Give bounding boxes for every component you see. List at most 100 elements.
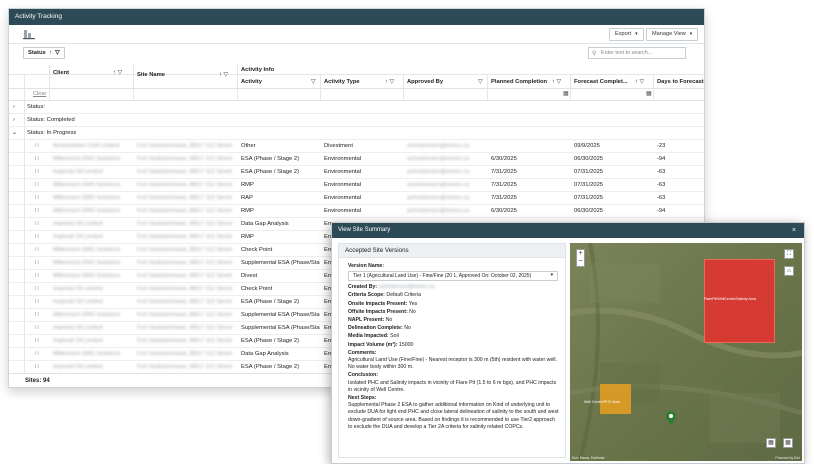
clear-filters-link[interactable]: Clear (33, 91, 46, 97)
table-row[interactable]: ∷ Millennium EMS Solutions Fort Saskatchew… (9, 153, 704, 166)
row-menu-icon[interactable]: ∷ (35, 348, 39, 360)
cell-approved: achristensen@mems.ca (407, 143, 470, 149)
cell-planned: 7/31/2025 (491, 182, 517, 188)
row-menu-icon[interactable]: ∷ (35, 140, 39, 152)
row-menu-icon[interactable]: ∷ (35, 296, 39, 308)
column-divider (320, 75, 321, 101)
column-divider (237, 65, 238, 101)
cell-site: Fort Saskatchewan, BB17 112 Street (137, 338, 232, 344)
well-centre-impact-area[interactable] (600, 384, 631, 414)
group-row-status-completed[interactable]: › Status: Completed (9, 114, 704, 127)
forecast-completion-header[interactable]: Forecast Complet... (574, 79, 628, 85)
activity-header[interactable]: Activity (241, 79, 262, 85)
cell-activity: Check Point (241, 286, 273, 292)
search-placeholder: Enter text to search... (601, 50, 653, 56)
export-button[interactable]: Export ▾ (609, 28, 644, 41)
group-label: Status: Completed (27, 117, 75, 123)
conclusion-label: Conclusion: (348, 372, 378, 379)
calendar-icon[interactable]: ▦ (563, 90, 569, 97)
cell-client: Imperial Oil Limited (53, 299, 103, 305)
created-by-label: Created By: (348, 284, 378, 291)
zoom-in-button[interactable]: + (577, 250, 584, 258)
row-menu-icon[interactable]: ∷ (35, 361, 39, 373)
layer-list-icon[interactable]: ▦ (783, 438, 793, 448)
activity-type-header[interactable]: Activity Type (324, 79, 360, 85)
row-menu-icon[interactable]: ∷ (35, 231, 39, 243)
days-to-forecast-header[interactable]: Days to Forecast (657, 79, 704, 85)
row-menu-icon[interactable]: ∷ (35, 205, 39, 217)
cell-client: Millennium EMS Solutions (53, 156, 121, 162)
cell-client: Imperial Oil Limited (53, 169, 103, 175)
sort-up-icon[interactable]: ↑ ▽ (552, 79, 561, 85)
cell-activity: Divest (241, 273, 258, 279)
row-menu-icon[interactable]: ∷ (35, 244, 39, 256)
cell-activity: ESA (Phase / Stage 2) (241, 364, 300, 370)
filter-icon[interactable]: ▽ (478, 79, 482, 85)
status-group-chip[interactable]: Status ↑ ▽ (23, 47, 65, 59)
row-menu-icon[interactable]: ∷ (35, 257, 39, 269)
sort-up-icon[interactable]: ↑ ▽ (219, 72, 228, 78)
close-icon[interactable]: × (792, 223, 796, 238)
cell-activity: RMP (241, 234, 254, 240)
client-header[interactable]: Client (53, 70, 69, 76)
sort-up-icon[interactable]: ↑ ▽ (385, 79, 394, 85)
flare-pit-impact-area[interactable] (704, 259, 775, 343)
sort-up-icon[interactable]: ↑ (47, 50, 52, 56)
cell-days: -63 (657, 182, 666, 188)
chevron-right-icon[interactable]: › (13, 114, 15, 126)
chevron-down-icon[interactable]: ⌄ (12, 127, 17, 139)
calendar-icon[interactable]: ▦ (646, 90, 652, 97)
row-menu-icon[interactable]: ∷ (35, 270, 39, 282)
export-label: Export (615, 31, 632, 37)
group-row-status-in-progress[interactable]: ⌄ Status: In Progress (9, 127, 704, 140)
cell-type: Environmental (324, 182, 362, 188)
chevron-right-icon[interactable]: › (13, 101, 15, 113)
cell-planned: 7/31/2025 (491, 195, 517, 201)
filter-icon[interactable]: ▽ (311, 79, 315, 85)
table-row[interactable]: ∷ Amaranthian CSA Limited Fort Saskatchewa… (9, 140, 704, 153)
row-menu-icon[interactable]: ∷ (35, 322, 39, 334)
manage-view-button[interactable]: Manage View ▾ (646, 28, 699, 41)
zoom-out-button[interactable]: − (577, 258, 584, 266)
sort-up-icon[interactable]: ↑ ▽ (635, 79, 644, 85)
search-input[interactable]: ⚲ Enter text to search... (588, 47, 686, 59)
cell-site: Fort Saskatchewan, BB17 112 Street (137, 195, 232, 201)
table-row[interactable]: ∷ Millennium EMS Solutions Fort Saskatchew… (9, 192, 704, 205)
settings-sliders-icon[interactable] (23, 29, 35, 40)
cell-site: Fort Saskatchewan, BB17 112 Street (137, 169, 232, 175)
cell-client: Imperial Oil Limited (53, 364, 103, 370)
cell-client: Amaranthian CSA Limited (53, 143, 120, 149)
impact-volume-label: Impact Volume (m³): (348, 341, 398, 348)
cell-site: Fort Saskatchewan, BB17 112 Street (137, 325, 232, 331)
row-menu-icon[interactable]: ∷ (35, 335, 39, 347)
table-row[interactable]: ∷ Imperial Oil Limited Fort Saskatchewan, … (9, 166, 704, 179)
row-menu-icon[interactable]: ∷ (35, 179, 39, 191)
basemap-toggle-icon[interactable]: ▦ (766, 438, 776, 448)
row-menu-icon[interactable]: ∷ (35, 309, 39, 321)
version-name-select[interactable]: Tier 1 (Agricultural Land Use) - Fine/Fi… (348, 271, 558, 282)
row-menu-icon[interactable]: ∷ (35, 218, 39, 230)
cell-activity: Data Gap Analysis (241, 221, 289, 227)
site-map[interactable]: FlarePit/WellCentre/Salinity Area Well C… (570, 243, 802, 461)
row-menu-icon[interactable]: ∷ (35, 166, 39, 178)
cell-forecast: 07/31/2025 (574, 195, 604, 201)
map-attribution: Esri, Maxar, Earthstar (572, 456, 605, 460)
sort-up-icon[interactable]: ↑ ▽ (113, 70, 122, 76)
approved-by-header[interactable]: Approved By (407, 79, 443, 85)
row-menu-icon[interactable]: ∷ (35, 283, 39, 295)
home-icon[interactable]: ⌂ (784, 266, 794, 276)
group-row-status-blank[interactable]: › Status: (9, 101, 704, 114)
site-pin-icon[interactable] (666, 411, 676, 425)
row-menu-icon[interactable]: ∷ (35, 153, 39, 165)
window-title: Activity Tracking (9, 9, 704, 25)
fullscreen-icon[interactable]: ⛶ (784, 249, 794, 259)
planned-completion-header[interactable]: Planned Completion (491, 79, 547, 85)
delineation-value: No (404, 325, 411, 332)
column-divider (133, 65, 134, 101)
row-menu-icon[interactable]: ∷ (35, 192, 39, 204)
site-name-header[interactable]: Site Name (137, 72, 165, 78)
cell-client: Imperial Oil Limited (53, 325, 103, 331)
table-row[interactable]: ∷ Millennium EMS Solutions Fort Saskatchew… (9, 205, 704, 218)
filter-icon[interactable]: ▽ (53, 50, 59, 56)
table-row[interactable]: ∷ Millennium EMS Solutions Fort Saskatchew… (9, 179, 704, 192)
